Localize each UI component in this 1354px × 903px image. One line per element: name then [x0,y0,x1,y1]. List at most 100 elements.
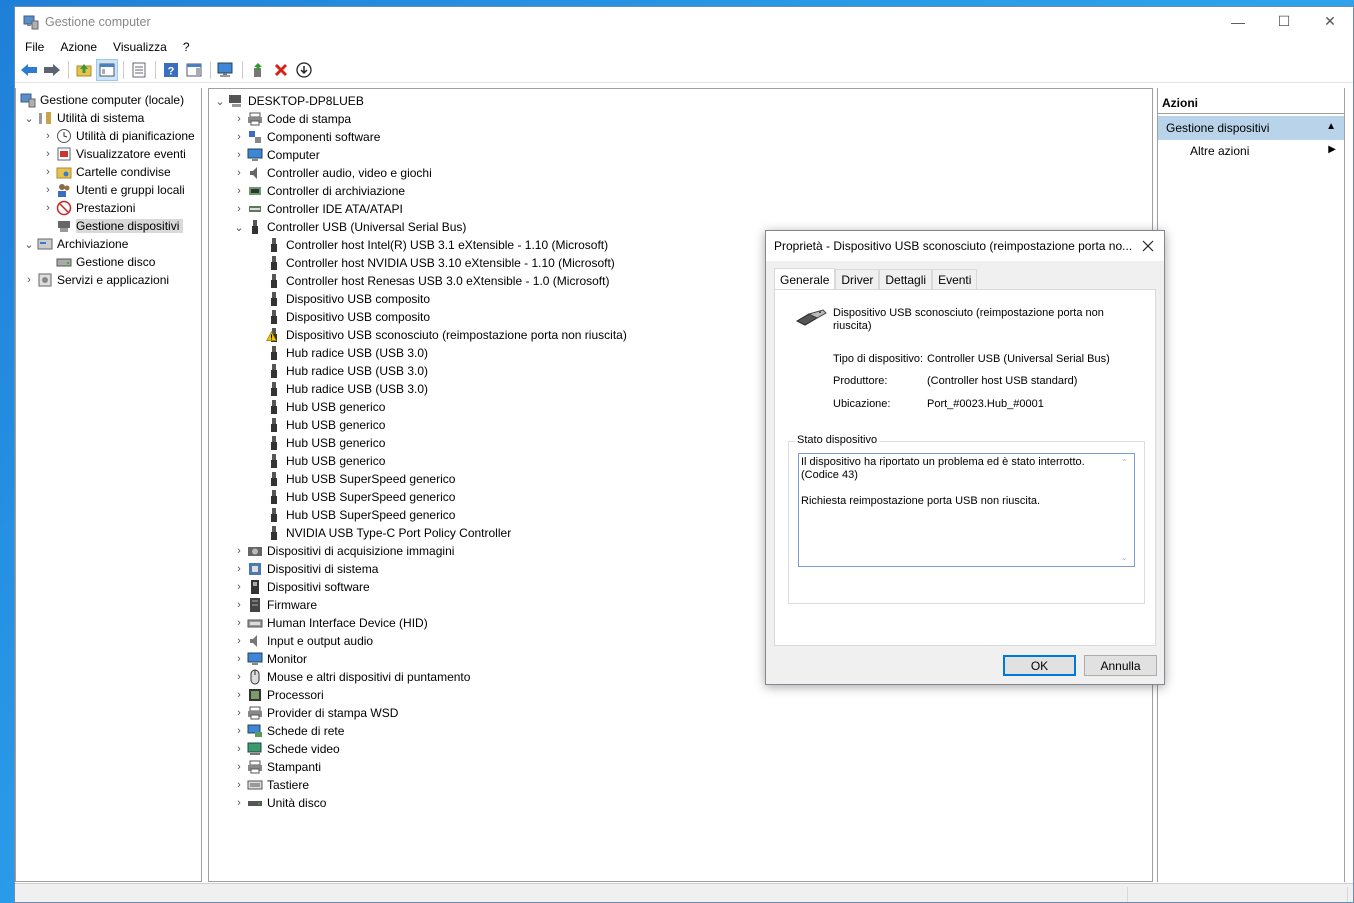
device-category[interactable]: › Computer [234,146,320,164]
expand-chevron-icon[interactable]: › [234,635,244,647]
dialog-close-button[interactable] [1138,236,1158,256]
tab-dettagli[interactable]: Dettagli [879,269,933,290]
show-tree-button[interactable] [96,58,118,81]
console-tree-item[interactable]: › Visualizzatore eventi [43,145,186,163]
console-tree-item[interactable]: Gestione computer (locale) [20,91,184,109]
expand-chevron-icon[interactable]: › [234,149,244,161]
usb-device-item[interactable]: Hub USB generico [266,452,385,470]
expand-chevron-icon[interactable]: › [234,761,244,773]
back-button[interactable] [18,59,40,81]
expand-chevron-icon[interactable]: › [234,671,244,683]
menu-visualizza[interactable]: Visualizza [105,40,175,54]
usb-device-item[interactable]: NVIDIA USB Type-C Port Policy Controller [266,524,511,542]
expand-chevron-icon[interactable]: › [234,743,244,755]
expand-chevron-icon[interactable]: ⌄ [234,222,244,234]
device-category[interactable]: › Monitor [234,650,307,668]
expand-chevron-icon[interactable]: › [234,599,244,611]
expand-chevron-icon[interactable]: › [234,581,244,593]
device-category[interactable]: › Controller IDE ATA/ATAPI [234,200,403,218]
console-tree-item[interactable]: › Servizi e applicazioni [24,271,169,289]
status-scrollbar[interactable]: ⌃ ⌄ [1117,454,1134,566]
uninstall-device-button[interactable] [270,59,292,81]
help-button[interactable]: ? [160,59,182,81]
device-category[interactable]: › Componenti software [234,128,380,146]
expand-chevron-icon[interactable]: › [24,274,34,286]
console-tree-item[interactable]: › Utilità di pianificazione [43,127,195,145]
expand-chevron-icon[interactable]: › [43,130,53,142]
expand-chevron-icon[interactable]: › [234,563,244,575]
menu-azione[interactable]: Azione [52,40,105,54]
up-folder-button[interactable] [73,59,95,81]
usb-device-item[interactable]: Hub USB SuperSpeed generico [266,470,455,488]
scan-hardware-button[interactable] [215,59,237,81]
device-category[interactable]: › Input e output audio [234,632,373,650]
maximize-button[interactable]: ☐ [1261,7,1307,36]
console-tree-item[interactable]: › Prestazioni [43,199,135,217]
tab-generale[interactable]: Generale [774,268,836,291]
device-category[interactable]: › Unità disco [234,794,326,812]
device-tree-root[interactable]: ⌄ DESKTOP-DP8LUEB [215,92,363,110]
usb-device-item[interactable]: Hub radice USB (USB 3.0) [266,362,428,380]
expand-chevron-icon[interactable]: › [234,545,244,557]
menu-file[interactable]: File [17,40,52,54]
usb-device-item[interactable]: Hub USB generico [266,416,385,434]
expand-chevron-icon[interactable]: › [234,113,244,125]
usb-device-item[interactable]: Controller host Renesas USB 3.0 eXtensib… [266,272,609,290]
console-tree-item[interactable]: Gestione dispositivi [56,217,184,235]
device-category[interactable]: › Firmware [234,596,317,614]
usb-device-item[interactable]: Dispositivo USB composito [266,290,430,308]
device-category[interactable]: › Controller di archiviazione [234,182,405,200]
expand-chevron-icon[interactable]: › [234,779,244,791]
expand-chevron-icon[interactable]: › [43,148,53,160]
expand-chevron-icon[interactable]: › [43,202,53,214]
device-category[interactable]: › Dispositivi di sistema [234,560,378,578]
usb-device-item[interactable]: Hub USB generico [266,398,385,416]
more-actions-item[interactable]: Altre azioni ▶ [1158,140,1344,162]
expand-chevron-icon[interactable]: › [234,653,244,665]
ok-button[interactable]: OK [1003,655,1076,676]
tab-driver[interactable]: Driver [835,269,880,290]
console-tree-item[interactable]: › Utenti e gruppi locali [43,181,185,199]
device-category[interactable]: › Controller audio, video e giochi [234,164,432,182]
console-tree-item[interactable]: › Cartelle condivise [43,163,171,181]
usb-device-item[interactable]: Dispositivo USB sconosciuto (reimpostazi… [266,326,627,344]
expand-chevron-icon[interactable]: › [234,689,244,701]
console-tree-item[interactable]: ⌄ Archiviazione [24,235,128,253]
console-tree-item[interactable]: ⌄ Utilità di sistema [24,109,144,127]
usb-device-item[interactable]: Hub radice USB (USB 3.0) [266,344,428,362]
close-button[interactable]: ✕ [1307,7,1353,36]
actions-section-device-manager[interactable]: Gestione dispositivi ▲ [1158,116,1344,140]
device-category[interactable]: › Processori [234,686,324,704]
usb-device-item[interactable]: Hub USB SuperSpeed generico [266,506,455,524]
tab-eventi[interactable]: Eventi [932,269,978,290]
device-category[interactable]: › Human Interface Device (HID) [234,614,428,632]
device-category[interactable]: › Tastiere [234,776,309,794]
usb-device-item[interactable]: Hub USB generico [266,434,385,452]
device-category[interactable]: › Schede di rete [234,722,344,740]
update-driver-button[interactable] [247,59,269,81]
usb-device-item[interactable]: Hub USB SuperSpeed generico [266,488,455,506]
device-category[interactable]: › Mouse e altri dispositivi di puntamento [234,668,470,686]
device-category[interactable]: › Dispositivi software [234,578,370,596]
device-category[interactable]: › Schede video [234,740,340,758]
usb-device-item[interactable]: Hub radice USB (USB 3.0) [266,380,428,398]
expand-chevron-icon[interactable]: › [234,185,244,197]
expand-chevron-icon[interactable]: ⌄ [215,96,225,108]
console-tree-item[interactable]: Gestione disco [56,253,155,271]
usb-device-item[interactable]: Controller host NVIDIA USB 3.10 eXtensib… [266,254,615,272]
cancel-button[interactable]: Annulla [1084,655,1157,676]
device-category[interactable]: › Stampanti [234,758,321,776]
expand-chevron-icon[interactable]: › [234,131,244,143]
expand-chevron-icon[interactable]: › [234,797,244,809]
usb-device-item[interactable]: Dispositivo USB composito [266,308,430,326]
expand-chevron-icon[interactable]: › [234,725,244,737]
expand-chevron-icon[interactable]: › [234,617,244,629]
expand-chevron-icon[interactable]: › [43,166,53,178]
expand-chevron-icon[interactable]: ⌄ [24,239,34,251]
expand-chevron-icon[interactable]: › [234,167,244,179]
expand-chevron-icon[interactable]: › [234,203,244,215]
expand-chevron-icon[interactable]: ⌄ [24,113,34,125]
device-category-usb[interactable]: ⌄ Controller USB (Universal Serial Bus) [234,218,466,236]
device-category[interactable]: › Code di stampa [234,110,351,128]
device-category[interactable]: › Dispositivi di acquisizione immagini [234,542,454,560]
